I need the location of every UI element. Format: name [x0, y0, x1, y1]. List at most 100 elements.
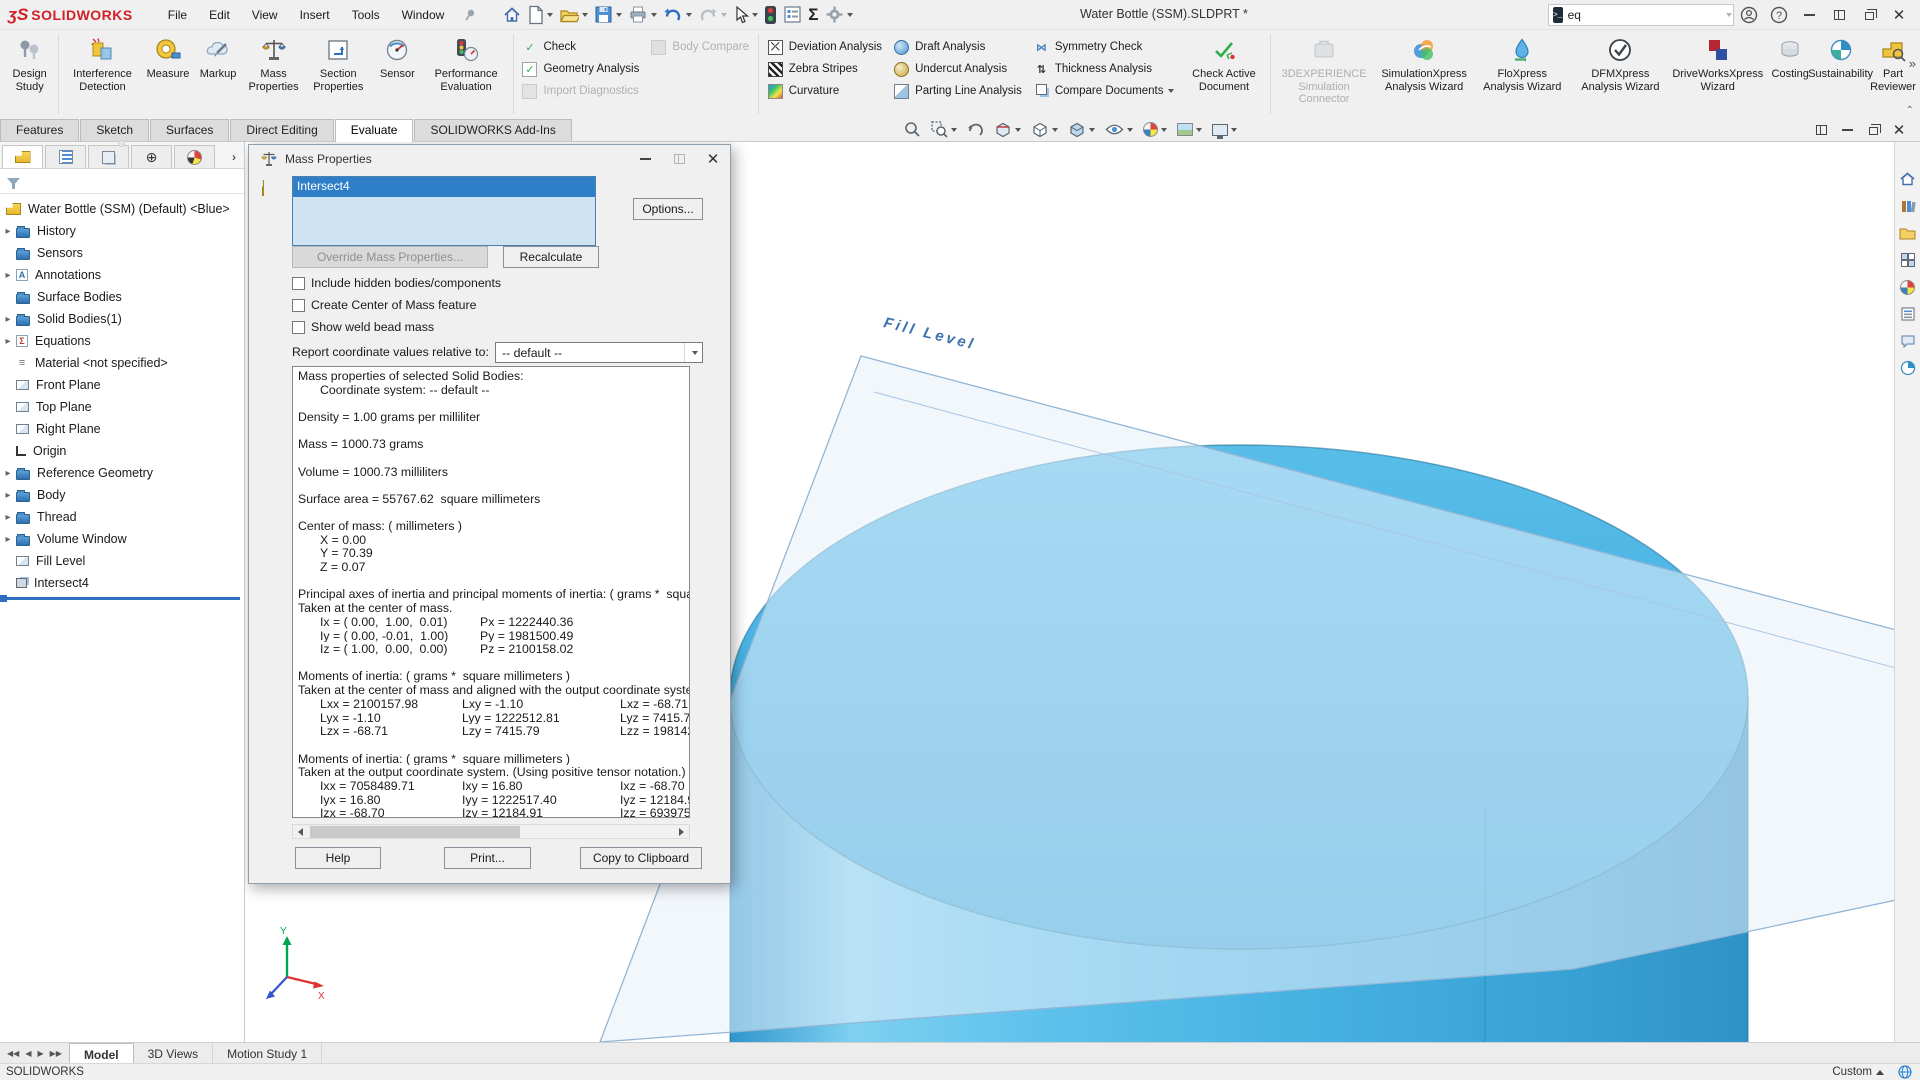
include-hidden-checkbox[interactable]	[292, 277, 305, 290]
appearances-scenes-icon[interactable]	[1897, 276, 1919, 298]
forum-icon[interactable]	[1897, 330, 1919, 352]
tab-model[interactable]: Model	[69, 1043, 134, 1063]
create-com-checkbox-row[interactable]: Create Center of Mass feature	[292, 297, 476, 313]
sensor-button[interactable]: Sensor	[372, 30, 422, 118]
viewport-3d[interactable]: Y X Fill Level Mass Properties	[245, 142, 1894, 1042]
hide-show-items-button[interactable]	[1101, 120, 1137, 139]
coordinate-system-dropdown[interactable]: -- default --	[495, 342, 703, 363]
restore-icon[interactable]	[1854, 3, 1884, 27]
command-search[interactable]: >_	[1548, 4, 1734, 26]
zoom-to-area-button[interactable]	[927, 119, 961, 140]
menu-edit[interactable]: Edit	[198, 3, 241, 27]
tab-property-manager[interactable]	[45, 145, 86, 168]
minimize-icon[interactable]	[1794, 3, 1824, 27]
tree-filter[interactable]	[0, 169, 244, 194]
view-settings-button[interactable]	[1208, 122, 1241, 138]
zebra-stripes-button[interactable]: Zebra Stripes	[762, 58, 888, 80]
deviation-analysis-button[interactable]: ⤫Deviation Analysis	[762, 36, 888, 58]
tab-evaluate[interactable]: Evaluate	[335, 119, 414, 142]
design-library-icon[interactable]	[1897, 195, 1919, 217]
section-view-button[interactable]	[990, 119, 1025, 140]
home-button[interactable]	[499, 3, 525, 27]
tree-item-body[interactable]: ▸Body	[0, 484, 244, 506]
edit-appearance-button[interactable]	[1139, 120, 1171, 139]
doc-restore-icon[interactable]	[1860, 120, 1886, 140]
compare-documents-button[interactable]: Compare Documents	[1028, 80, 1181, 102]
tree-item-intersect4[interactable]: Intersect4	[0, 572, 244, 594]
tree-item-annotations[interactable]: ▸AAnnotations	[0, 264, 244, 286]
thickness-analysis-button[interactable]: ⇅Thickness Analysis	[1028, 58, 1181, 80]
driveworksxpress-wizard-button[interactable]: DriveWorksXpress Wizard	[1670, 30, 1765, 118]
tree-item-equations[interactable]: ▸ΣEquations	[0, 330, 244, 352]
tree-root[interactable]: Water Bottle (SSM) (Default) <Blue>	[0, 198, 244, 220]
tree-item-thread[interactable]: ▸Thread	[0, 506, 244, 528]
copy-to-clipboard-button[interactable]: Copy to Clipboard	[580, 847, 702, 869]
undo-button[interactable]	[660, 4, 695, 26]
search-input[interactable]	[1568, 8, 1723, 22]
create-com-checkbox[interactable]	[292, 299, 305, 312]
subscription-services-icon[interactable]	[1897, 357, 1919, 379]
tab-surfaces[interactable]: Surfaces	[150, 119, 229, 141]
draft-analysis-button[interactable]: Draft Analysis	[888, 36, 1028, 58]
solidworks-resources-icon[interactable]	[1897, 168, 1919, 190]
tree-item-material[interactable]: ≡Material <not specified>	[0, 352, 244, 374]
rollback-bar[interactable]	[0, 597, 240, 600]
scroll-right-arrow[interactable]	[674, 825, 689, 838]
doc-close-icon[interactable]: ✕	[1886, 120, 1912, 140]
user-account-icon[interactable]	[1734, 3, 1764, 27]
rebuild-button[interactable]	[761, 3, 780, 27]
tree-item-reference-geometry[interactable]: ▸Reference Geometry	[0, 462, 244, 484]
section-properties-button[interactable]: Section Properties	[304, 30, 372, 118]
ribbon-collapse-icon[interactable]: ⌃	[1906, 105, 1914, 116]
tab-feature-manager[interactable]	[2, 145, 43, 168]
tab-solidworks-add-ins[interactable]: SOLIDWORKS Add-Ins	[414, 119, 571, 141]
design-study-button[interactable]: Design Study	[4, 30, 55, 118]
report-horizontal-scrollbar[interactable]	[292, 824, 690, 839]
close-icon[interactable]: ✕	[1884, 3, 1914, 27]
symmetry-check-button[interactable]: ⋈Symmetry Check	[1028, 36, 1181, 58]
save-button[interactable]	[591, 3, 625, 26]
weld-bead-checkbox-row[interactable]: Show weld bead mass	[292, 319, 434, 335]
tab-dimxpert-manager[interactable]: ⊕	[131, 145, 172, 168]
ribbon-overflow-chevron[interactable]: »	[1909, 56, 1916, 71]
scroll-thumb[interactable]	[310, 826, 520, 838]
performance-evaluation-button[interactable]: Performance Evaluation	[422, 30, 509, 118]
tree-item-surface-bodies[interactable]: Surface Bodies	[0, 286, 244, 308]
sustainability-button[interactable]: Sustainability	[1815, 30, 1866, 118]
print-dialog-button[interactable]: Print...	[444, 847, 531, 869]
check-active-document-button[interactable]: Check Active Document	[1180, 30, 1267, 118]
curvature-button[interactable]: Curvature	[762, 80, 888, 102]
panel-flyout-chevron[interactable]: ›	[232, 150, 236, 164]
web-globe-icon[interactable]	[1898, 1065, 1912, 1079]
search-options-caret[interactable]	[1726, 13, 1732, 17]
pane-layout-icon[interactable]	[1824, 3, 1854, 27]
options-button[interactable]: Options...	[633, 198, 703, 220]
tab-3d-views[interactable]: 3D Views	[134, 1043, 213, 1063]
markup-button[interactable]: Markup	[193, 30, 243, 118]
tab-configuration-manager[interactable]	[88, 145, 129, 168]
open-document-button[interactable]	[556, 3, 591, 27]
pin-menu-icon[interactable]	[463, 8, 477, 22]
tree-item-origin[interactable]: Origin	[0, 440, 244, 462]
include-hidden-checkbox-row[interactable]: Include hidden bodies/components	[292, 275, 501, 291]
redo-button[interactable]	[695, 4, 730, 26]
help-button[interactable]: Help	[295, 847, 381, 869]
interference-detection-button[interactable]: Interference Detection	[62, 30, 143, 118]
dfmxpress-wizard-button[interactable]: DFMXpress Analysis Wizard	[1570, 30, 1670, 118]
mass-properties-button[interactable]: Mass Properties	[243, 30, 304, 118]
new-document-button[interactable]	[525, 3, 556, 27]
display-style-button[interactable]	[1064, 119, 1099, 140]
dialog-maximize-icon[interactable]	[662, 147, 696, 171]
custom-properties-icon[interactable]	[1897, 303, 1919, 325]
tree-item-fill-level[interactable]: Fill Level	[0, 550, 244, 572]
menu-window[interactable]: Window	[391, 3, 456, 27]
geometry-analysis-button[interactable]: ✓Geometry Analysis	[516, 58, 645, 80]
menu-tools[interactable]: Tools	[341, 3, 391, 27]
equations-button[interactable]: Σ	[805, 3, 821, 27]
file-explorer-icon[interactable]	[1897, 222, 1919, 244]
tab-scroll-controls[interactable]: ◀◀◀▶▶▶	[0, 1043, 69, 1063]
file-properties-button[interactable]	[780, 3, 805, 26]
recalculate-button[interactable]: Recalculate	[503, 246, 599, 268]
view-palette-icon[interactable]	[1897, 249, 1919, 271]
menu-insert[interactable]: Insert	[289, 3, 341, 27]
